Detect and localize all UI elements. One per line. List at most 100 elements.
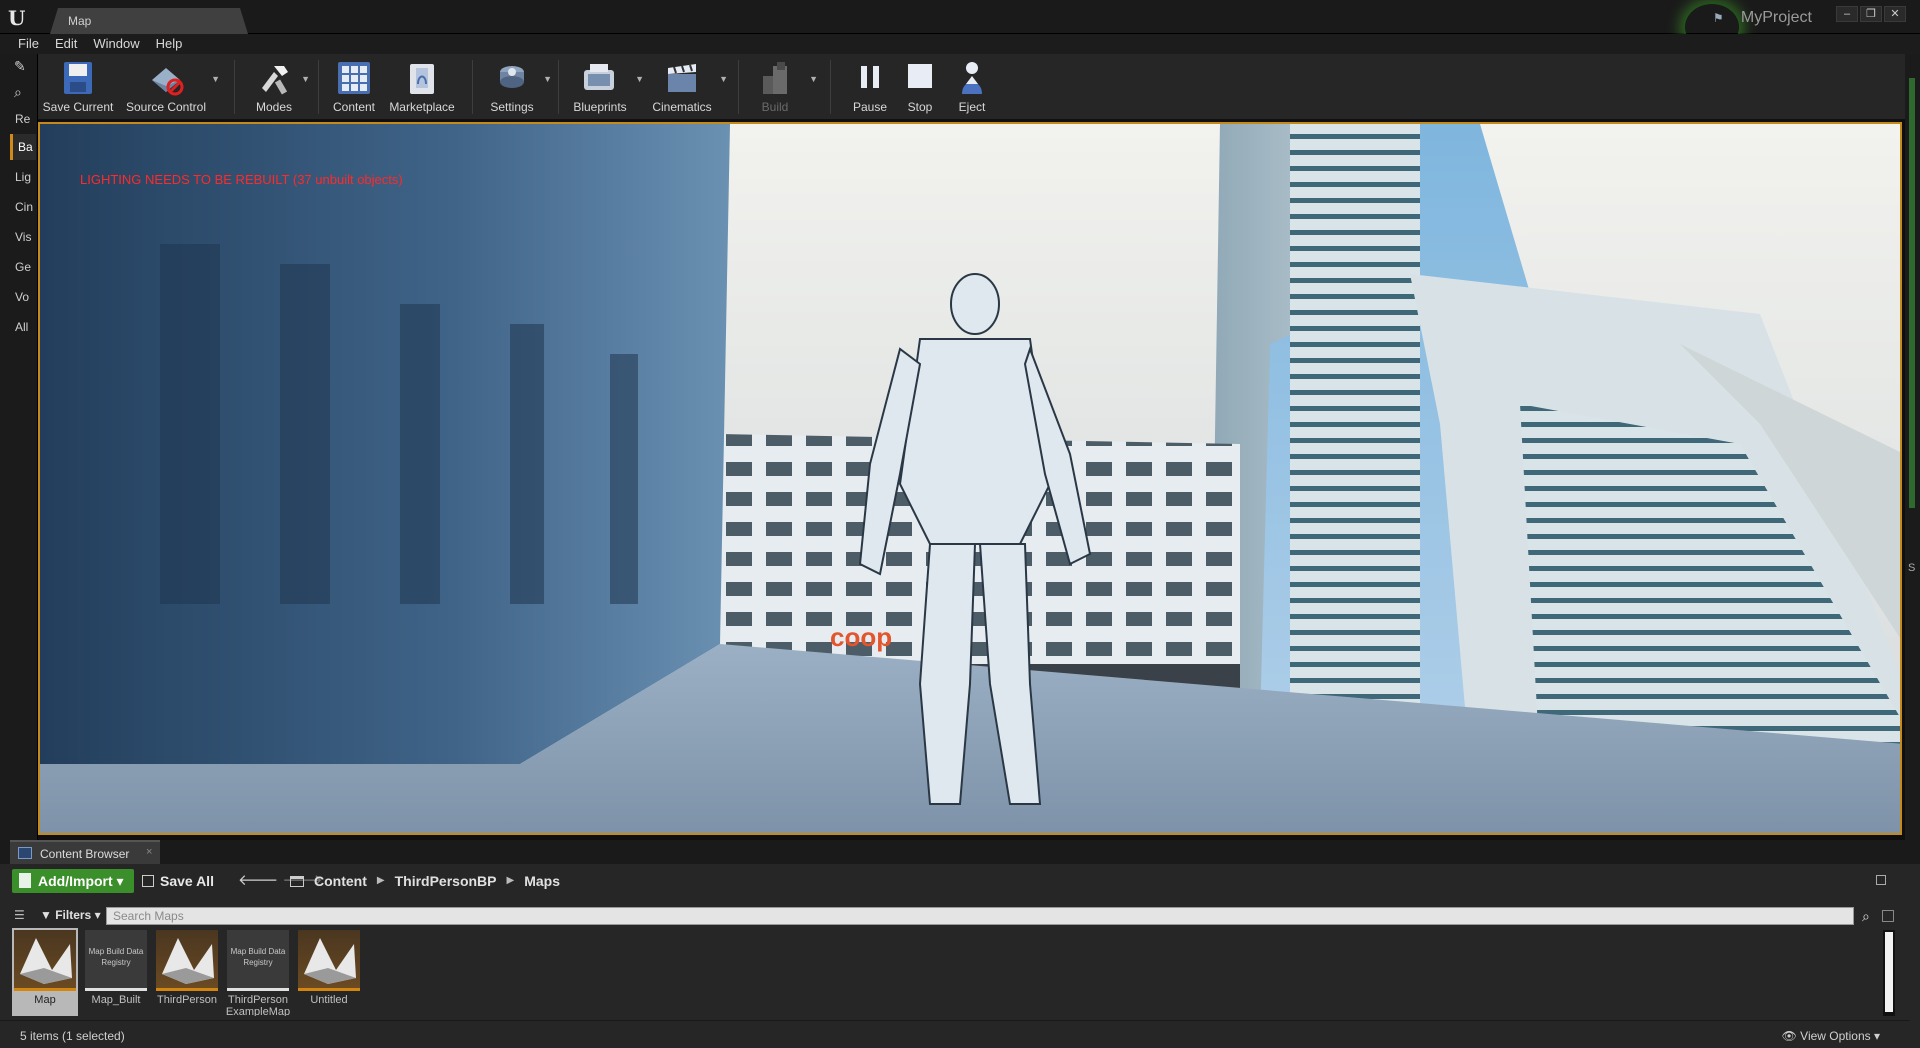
blueprints-button[interactable]: Blueprints ▼ — [566, 56, 644, 118]
view-options-button[interactable]: 👁 View Options ▾ — [1782, 1029, 1880, 1043]
chevron-down-icon[interactable]: ▼ — [211, 74, 220, 84]
menu-edit[interactable]: Edit — [49, 34, 87, 54]
cinematics-button[interactable]: Cinematics ▼ — [648, 56, 728, 118]
chevron-down-icon[interactable]: ▼ — [301, 74, 310, 84]
asset-grid: Map Map Build Data Registry Map_Built Th… — [12, 928, 362, 1016]
search-small-icon[interactable]: ⌕ — [14, 84, 32, 100]
minimize-button[interactable]: – — [1836, 6, 1858, 22]
project-badge[interactable]: ⚑ MyProject — [1713, 6, 1812, 30]
pause-button[interactable]: Pause — [844, 56, 896, 118]
content-browser-toolbar: Add/Import ▾ Save All 🡐 🡒 Content ▶ Thir… — [0, 864, 1910, 898]
marketplace-icon — [402, 58, 442, 98]
breadcrumb-content[interactable]: Content — [314, 869, 367, 893]
scrollbar-thumb[interactable] — [1885, 932, 1893, 1012]
menu-window[interactable]: Window — [87, 34, 149, 54]
sources-panel-icon[interactable]: ☰ — [14, 908, 30, 922]
tab-lights[interactable]: Lig — [10, 164, 36, 190]
level-tab-label: Map — [68, 14, 92, 28]
content-browser-statusbar: 5 items (1 selected) 👁 View Options ▾ — [0, 1020, 1910, 1048]
unreal-logo-icon[interactable]: U — [8, 6, 32, 30]
tab-cinematic[interactable]: Cin — [10, 194, 36, 220]
filter-row: ☰ ▼ Filters ▾ ⌕ — [0, 904, 1910, 926]
level-tab[interactable]: Map — [50, 8, 248, 34]
right-scrollbar[interactable] — [1909, 78, 1915, 508]
toolbar-divider — [472, 60, 473, 114]
content-browser-icon — [18, 847, 32, 859]
chevron-down-icon[interactable]: ▼ — [635, 74, 644, 84]
settings-icon — [492, 58, 532, 98]
blueprints-icon — [580, 58, 620, 98]
save-search-icon[interactable] — [1882, 910, 1894, 922]
registry-thumbnail: Map Build Data Registry — [85, 930, 147, 988]
close-tab-icon[interactable]: × — [146, 846, 152, 858]
breadcrumb-thirdpersonbp[interactable]: ThirdPersonBP — [395, 869, 497, 893]
title-bar: U Map ⚑ MyProject – ❐ ✕ — [0, 0, 1920, 52]
build-icon — [755, 58, 795, 98]
asset-tile-thirdperson[interactable]: ThirdPerson — [154, 928, 220, 1016]
asset-tile-untitled[interactable]: Untitled — [296, 928, 362, 1016]
source-control-button[interactable]: Source Control ▼ — [124, 56, 220, 118]
chevron-down-icon[interactable]: ▼ — [719, 74, 728, 84]
breadcrumb: Content ▶ ThirdPersonBP ▶ Maps — [290, 869, 560, 893]
pause-icon — [850, 58, 890, 98]
toolbar-divider — [738, 60, 739, 114]
tab-visual-effects[interactable]: Vis — [10, 224, 36, 250]
filters-button[interactable]: ▼ Filters ▾ — [40, 906, 101, 924]
eject-icon — [952, 58, 992, 98]
content-browser-tab-label: Content Browser — [40, 847, 130, 861]
search-input[interactable] — [107, 908, 1853, 924]
maximize-button[interactable]: ❐ — [1860, 6, 1882, 22]
chevron-right-icon[interactable]: ▶ — [507, 869, 515, 893]
save-all-button[interactable]: Save All — [142, 869, 214, 893]
registry-thumbnail: Map Build Data Registry — [227, 930, 289, 988]
tab-all-classes[interactable]: All — [10, 314, 36, 340]
modes-small-icon[interactable]: ✎ — [14, 58, 32, 74]
right-panel-label: S — [1908, 562, 1916, 574]
marketplace-button[interactable]: Marketplace — [384, 56, 460, 118]
window-controls: – ❐ ✕ — [1836, 6, 1906, 22]
asset-name: Map — [34, 994, 56, 1006]
tab-volumes[interactable]: Vo — [10, 284, 36, 310]
menu-help[interactable]: Help — [150, 34, 193, 54]
menu-bar: File Edit Window Help — [0, 34, 1920, 54]
search-icon[interactable]: ⌕ — [1862, 908, 1870, 925]
settings-button[interactable]: Settings ▼ — [480, 56, 552, 118]
toolbar-divider — [830, 60, 831, 114]
search-maps-field[interactable] — [106, 907, 1854, 925]
close-button[interactable]: ✕ — [1884, 6, 1906, 22]
map-thumbnail-icon — [14, 930, 76, 988]
asset-scrollbar[interactable] — [1883, 930, 1895, 1016]
project-icon: ⚑ — [1712, 11, 1724, 25]
eject-button[interactable]: Eject — [946, 56, 998, 118]
content-grid-icon — [334, 58, 374, 98]
stop-button[interactable]: Stop — [894, 56, 946, 118]
viewport-scene: coop — [40, 124, 1900, 833]
asset-tile-map[interactable]: Map — [12, 928, 78, 1016]
folder-icon[interactable] — [290, 875, 304, 887]
save-current-button[interactable]: Save Current — [42, 56, 114, 118]
tab-geometry[interactable]: Ge — [10, 254, 36, 280]
chevron-down-icon[interactable]: ▼ — [809, 74, 818, 84]
asset-name: ThirdPerson ExampleMap — [225, 994, 291, 1016]
lock-icon[interactable] — [1876, 875, 1886, 885]
coop-sign: coop — [830, 622, 892, 652]
asset-tile-thirdperson-examplemap[interactable]: Map Build Data Registry ThirdPerson Exam… — [225, 928, 291, 1016]
level-viewport[interactable]: coop LIGHTING NEEDS TO BE REBUILT (37 un… — [38, 122, 1902, 835]
add-import-button[interactable]: Add/Import ▾ — [12, 869, 134, 893]
toolbar-divider — [558, 60, 559, 114]
back-arrow-icon[interactable]: 🡐 — [238, 872, 278, 889]
modes-button[interactable]: Modes ▼ — [244, 56, 310, 118]
chevron-right-icon[interactable]: ▶ — [377, 869, 385, 893]
tab-recently-placed[interactable]: Re — [10, 106, 36, 132]
build-button[interactable]: Build ▼ — [750, 56, 818, 118]
content-button[interactable]: Content — [326, 56, 382, 118]
content-browser-tab[interactable]: Content Browser × — [10, 840, 160, 864]
place-actors-panel: ✎ ⌕ Re Ba Lig Cin Vis Ge Vo All — [0, 54, 38, 840]
tab-basic[interactable]: Ba — [10, 134, 36, 160]
menu-file[interactable]: File — [12, 34, 49, 54]
asset-name: Untitled — [310, 994, 348, 1006]
asset-tile-map-built[interactable]: Map Build Data Registry Map_Built — [83, 928, 149, 1016]
chevron-down-icon[interactable]: ▼ — [543, 74, 552, 84]
breadcrumb-maps[interactable]: Maps — [524, 869, 560, 893]
lighting-warning: LIGHTING NEEDS TO BE REBUILT (37 unbuilt… — [80, 172, 403, 187]
